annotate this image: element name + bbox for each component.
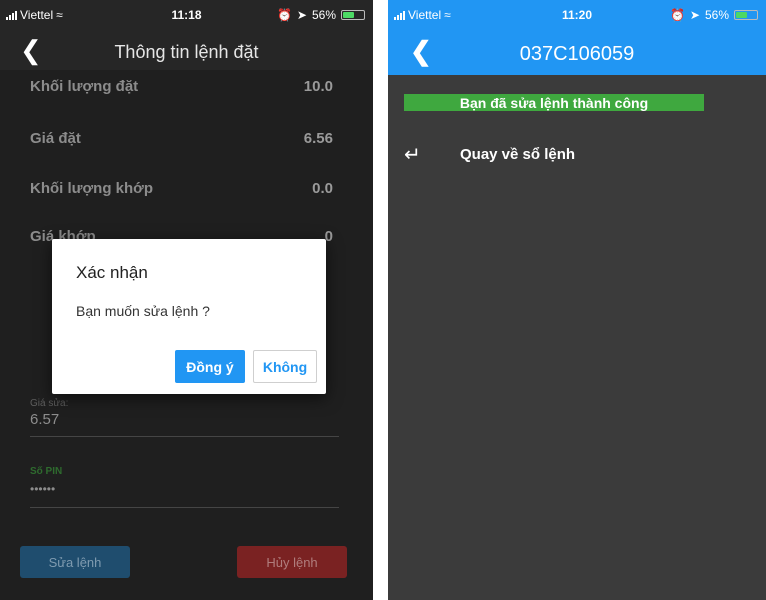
battery-icon xyxy=(341,10,365,20)
price-edit-label: Giá sửa: xyxy=(30,398,69,409)
decline-button[interactable]: Không xyxy=(253,350,317,383)
battery-percent: 56% xyxy=(704,8,729,22)
right-screen: Viettel ≈ 11:20 ⏰ ➤ 56% ❮ 037C106059 Bạn… xyxy=(388,0,766,600)
status-bar: Viettel ≈ 11:18 ⏰ ➤ 56% xyxy=(0,0,373,30)
edit-order-button[interactable]: Sửa lệnh xyxy=(20,546,130,578)
return-to-orderbook-link[interactable]: ↵ Quay về sổ lệnh xyxy=(404,142,575,167)
row-label: Giá đặt xyxy=(30,130,81,147)
location-icon: ➤ xyxy=(689,8,700,22)
battery-icon xyxy=(734,10,758,20)
nav-bar: ❮ Thông tin lệnh đặt xyxy=(0,30,373,74)
pin-input[interactable]: •••••• xyxy=(30,482,55,496)
status-right: ⏰ ➤ 56% xyxy=(277,8,365,22)
row-label: Khối lượng đặt xyxy=(30,78,139,95)
return-arrow-icon: ↵ xyxy=(404,144,421,166)
dialog-message: Bạn muốn sửa lệnh ? xyxy=(76,303,210,319)
page-title: Thông tin lệnh đặt xyxy=(114,42,259,62)
row-value: 0.0 xyxy=(312,180,333,197)
detail-row-volume: Khối lượng đặt 10.0 xyxy=(30,78,333,95)
divider xyxy=(30,507,339,508)
alarm-icon: ⏰ xyxy=(669,8,685,22)
battery-percent: 56% xyxy=(311,8,336,22)
cancel-order-button[interactable]: Hủy lệnh xyxy=(237,546,347,578)
left-screen: Viettel ≈ 11:18 ⏰ ➤ 56% ❮ Thông tin lệnh… xyxy=(0,0,373,600)
return-label: Quay về sổ lệnh xyxy=(460,146,576,163)
dialog-title: Xác nhận xyxy=(76,263,148,282)
alarm-icon: ⏰ xyxy=(276,8,292,22)
detail-row-price: Giá đặt 6.56 xyxy=(30,130,333,147)
price-edit-input[interactable]: 6.57 xyxy=(30,411,59,428)
page-title: 037C106059 xyxy=(519,43,635,65)
row-value: 6.56 xyxy=(303,130,333,147)
row-value: 10.0 xyxy=(303,78,333,95)
divider xyxy=(30,436,339,437)
confirm-dialog: Xác nhận Bạn muốn sửa lệnh ? Đồng ý Khôn… xyxy=(52,239,326,394)
status-right: ⏰ ➤ 56% xyxy=(670,8,758,22)
header: Viettel ≈ 11:20 ⏰ ➤ 56% ❮ 037C106059 xyxy=(388,0,766,75)
confirm-button[interactable]: Đồng ý xyxy=(175,350,245,383)
pin-label: Số PIN xyxy=(30,466,63,477)
status-bar: Viettel ≈ 11:20 ⏰ ➤ 56% xyxy=(388,0,766,30)
location-icon: ➤ xyxy=(296,8,307,22)
detail-row-matched-volume: Khối lượng khớp 0.0 xyxy=(30,180,333,197)
row-label: Khối lượng khớp xyxy=(30,180,154,197)
success-banner: Bạn đã sửa lệnh thành công xyxy=(404,94,704,111)
